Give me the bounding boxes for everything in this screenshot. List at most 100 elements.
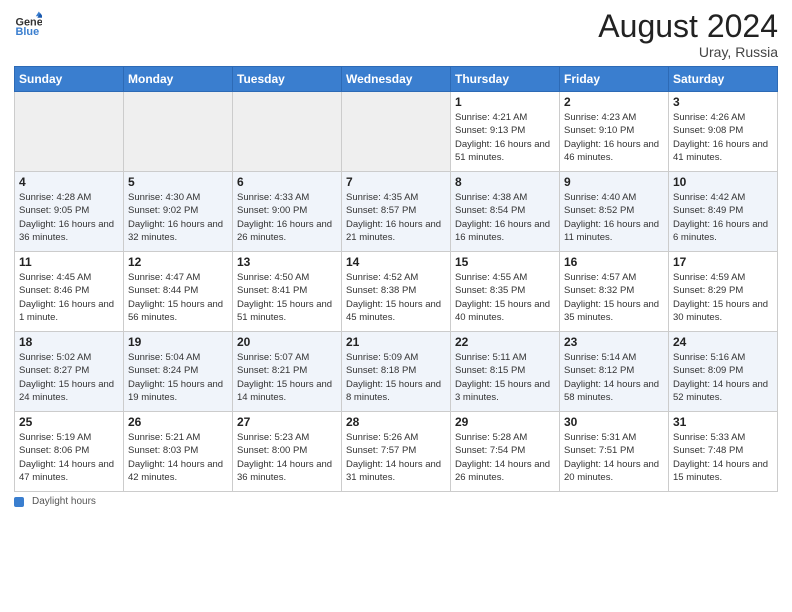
table-row: 4 Sunrise: 4:28 AM Sunset: 9:05 PM Daylig… (15, 172, 124, 252)
day-number: 13 (237, 255, 337, 269)
day-info: Sunrise: 4:38 AM Sunset: 8:54 PM Dayligh… (455, 191, 555, 244)
day-info: Sunrise: 5:14 AM Sunset: 8:12 PM Dayligh… (564, 351, 664, 404)
day-number: 12 (128, 255, 228, 269)
day-number: 27 (237, 415, 337, 429)
day-info: Sunrise: 5:09 AM Sunset: 8:18 PM Dayligh… (346, 351, 446, 404)
day-number: 18 (19, 335, 119, 349)
table-row: 23 Sunrise: 5:14 AM Sunset: 8:12 PM Dayli… (560, 332, 669, 412)
day-info: Sunrise: 4:59 AM Sunset: 8:29 PM Dayligh… (673, 271, 773, 324)
day-number: 22 (455, 335, 555, 349)
day-number: 1 (455, 95, 555, 109)
day-info: Sunrise: 4:42 AM Sunset: 8:49 PM Dayligh… (673, 191, 773, 244)
svg-text:Blue: Blue (16, 26, 40, 38)
day-info: Sunrise: 5:11 AM Sunset: 8:15 PM Dayligh… (455, 351, 555, 404)
day-number: 29 (455, 415, 555, 429)
day-number: 24 (673, 335, 773, 349)
day-info: Sunrise: 4:55 AM Sunset: 8:35 PM Dayligh… (455, 271, 555, 324)
table-row: 1Sunrise: 4:21 AM Sunset: 9:13 PM Daylig… (451, 92, 560, 172)
day-info: Sunrise: 4:47 AM Sunset: 8:44 PM Dayligh… (128, 271, 228, 324)
header-row: Sunday Monday Tuesday Wednesday Thursday… (15, 67, 778, 92)
day-number: 8 (455, 175, 555, 189)
day-info: Sunrise: 4:26 AM Sunset: 9:08 PM Dayligh… (673, 111, 773, 164)
table-row: 30Sunrise: 5:31 AM Sunset: 7:51 PM Dayli… (560, 412, 669, 492)
table-row: 20 Sunrise: 5:07 AM Sunset: 8:21 PM Dayli… (233, 332, 342, 412)
calendar-container: General Blue August 2024 Uray, Russia Su… (0, 0, 792, 612)
col-friday: Friday (560, 67, 669, 92)
day-number: 11 (19, 255, 119, 269)
day-info: Sunrise: 5:02 AM Sunset: 8:27 PM Dayligh… (19, 351, 119, 404)
day-number: 7 (346, 175, 446, 189)
day-info: Sunrise: 4:52 AM Sunset: 8:38 PM Dayligh… (346, 271, 446, 324)
day-info: Sunrise: 5:04 AM Sunset: 8:24 PM Dayligh… (128, 351, 228, 404)
day-info: Sunrise: 4:45 AM Sunset: 8:46 PM Dayligh… (19, 271, 119, 324)
day-info: Sunrise: 4:35 AM Sunset: 8:57 PM Dayligh… (346, 191, 446, 244)
day-info: Sunrise: 5:26 AM Sunset: 7:57 PM Dayligh… (346, 431, 446, 484)
table-row: 27 Sunrise: 5:23 AM Sunset: 8:00 PM Dayli… (233, 412, 342, 492)
table-row (124, 92, 233, 172)
day-number: 14 (346, 255, 446, 269)
day-number: 9 (564, 175, 664, 189)
table-row: 11 Sunrise: 4:45 AM Sunset: 8:46 PM Dayli… (15, 252, 124, 332)
day-info: Sunrise: 4:28 AM Sunset: 9:05 PM Dayligh… (19, 191, 119, 244)
col-wednesday: Wednesday (342, 67, 451, 92)
day-number: 16 (564, 255, 664, 269)
day-number: 31 (673, 415, 773, 429)
location: Uray, Russia (598, 44, 778, 60)
table-row: 15 Sunrise: 4:55 AM Sunset: 8:35 PM Dayli… (451, 252, 560, 332)
legend-label: Daylight hours (32, 496, 96, 507)
table-row: 31 Sunrise: 5:33 AM Sunset: 7:48 PM Dayli… (669, 412, 778, 492)
calendar-table: Sunday Monday Tuesday Wednesday Thursday… (14, 66, 778, 492)
day-number: 6 (237, 175, 337, 189)
day-number: 2 (564, 95, 664, 109)
table-row: 14 Sunrise: 4:52 AM Sunset: 8:38 PM Dayli… (342, 252, 451, 332)
day-number: 15 (455, 255, 555, 269)
table-row: 7 Sunrise: 4:35 AM Sunset: 8:57 PM Daylig… (342, 172, 451, 252)
table-row: 21 Sunrise: 5:09 AM Sunset: 8:18 PM Dayli… (342, 332, 451, 412)
table-row: 17 Sunrise: 4:59 AM Sunset: 8:29 PM Dayli… (669, 252, 778, 332)
table-row: 10 Sunrise: 4:42 AM Sunset: 8:49 PM Dayli… (669, 172, 778, 252)
day-info: Sunrise: 5:28 AM Sunset: 7:54 PM Dayligh… (455, 431, 555, 484)
legend: Daylight hours (14, 496, 778, 507)
day-number: 30 (564, 415, 664, 429)
table-row: 8 Sunrise: 4:38 AM Sunset: 8:54 PM Daylig… (451, 172, 560, 252)
day-info: Sunrise: 4:33 AM Sunset: 9:00 PM Dayligh… (237, 191, 337, 244)
calendar-week-row: 25 Sunrise: 5:19 AM Sunset: 8:06 PM Dayli… (15, 412, 778, 492)
calendar-week-row: 4 Sunrise: 4:28 AM Sunset: 9:05 PM Daylig… (15, 172, 778, 252)
day-number: 17 (673, 255, 773, 269)
col-monday: Monday (124, 67, 233, 92)
col-saturday: Saturday (669, 67, 778, 92)
table-row: 2Sunrise: 4:23 AM Sunset: 9:10 PM Daylig… (560, 92, 669, 172)
day-number: 5 (128, 175, 228, 189)
table-row: 22 Sunrise: 5:11 AM Sunset: 8:15 PM Dayli… (451, 332, 560, 412)
day-info: Sunrise: 5:19 AM Sunset: 8:06 PM Dayligh… (19, 431, 119, 484)
title-block: August 2024 Uray, Russia (598, 10, 778, 60)
day-number: 21 (346, 335, 446, 349)
day-number: 4 (19, 175, 119, 189)
table-row: 19Sunrise: 5:04 AM Sunset: 8:24 PM Dayli… (124, 332, 233, 412)
table-row: 24Sunrise: 5:16 AM Sunset: 8:09 PM Dayli… (669, 332, 778, 412)
month-year: August 2024 (598, 10, 778, 42)
table-row: 16Sunrise: 4:57 AM Sunset: 8:32 PM Dayli… (560, 252, 669, 332)
day-info: Sunrise: 5:07 AM Sunset: 8:21 PM Dayligh… (237, 351, 337, 404)
day-number: 10 (673, 175, 773, 189)
day-number: 25 (19, 415, 119, 429)
day-info: Sunrise: 5:33 AM Sunset: 7:48 PM Dayligh… (673, 431, 773, 484)
table-row: 5Sunrise: 4:30 AM Sunset: 9:02 PM Daylig… (124, 172, 233, 252)
table-row: 28Sunrise: 5:26 AM Sunset: 7:57 PM Dayli… (342, 412, 451, 492)
table-row: 6 Sunrise: 4:33 AM Sunset: 9:00 PM Daylig… (233, 172, 342, 252)
table-row: 12 Sunrise: 4:47 AM Sunset: 8:44 PM Dayli… (124, 252, 233, 332)
day-number: 20 (237, 335, 337, 349)
day-info: Sunrise: 4:50 AM Sunset: 8:41 PM Dayligh… (237, 271, 337, 324)
col-tuesday: Tuesday (233, 67, 342, 92)
calendar-week-row: 11 Sunrise: 4:45 AM Sunset: 8:46 PM Dayli… (15, 252, 778, 332)
header: General Blue August 2024 Uray, Russia (14, 10, 778, 60)
day-info: Sunrise: 5:23 AM Sunset: 8:00 PM Dayligh… (237, 431, 337, 484)
table-row: 9Sunrise: 4:40 AM Sunset: 8:52 PM Daylig… (560, 172, 669, 252)
day-number: 23 (564, 335, 664, 349)
logo: General Blue (14, 10, 42, 38)
logo-icon: General Blue (14, 10, 42, 38)
legend-dot (14, 497, 24, 507)
calendar-week-row: 18 Sunrise: 5:02 AM Sunset: 8:27 PM Dayli… (15, 332, 778, 412)
table-row: 3Sunrise: 4:26 AM Sunset: 9:08 PM Daylig… (669, 92, 778, 172)
table-row (15, 92, 124, 172)
